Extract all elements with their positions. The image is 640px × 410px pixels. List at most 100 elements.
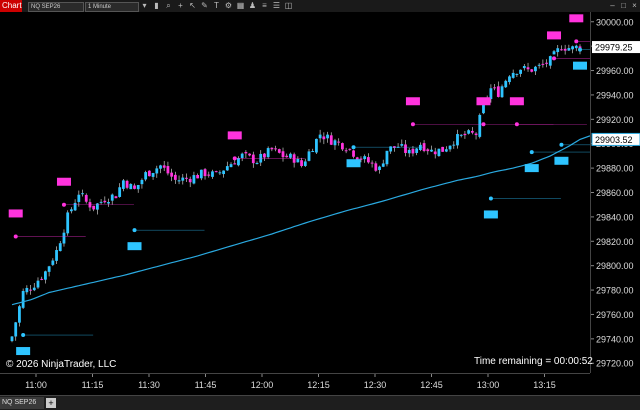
list-icon[interactable]: ≡	[260, 1, 269, 10]
time-tick-label: 11:00	[25, 380, 47, 390]
candle-body	[404, 144, 407, 153]
text-icon[interactable]: T	[212, 1, 221, 10]
candle-body	[151, 172, 155, 177]
candle-body	[437, 148, 441, 157]
price-tick-label: 29940.00	[596, 90, 634, 100]
close-icon[interactable]: ×	[630, 1, 639, 10]
candle-body	[574, 45, 578, 49]
price-tick-label: 29860.00	[596, 188, 634, 198]
price-tick-label: 29800.00	[596, 261, 634, 271]
candle-body	[181, 177, 185, 181]
price-tick-label: 29840.00	[596, 212, 634, 222]
candle-body	[170, 172, 174, 177]
candle-body	[400, 144, 404, 146]
candle-body	[166, 166, 170, 174]
candle-body	[303, 161, 307, 166]
dropdown-icon[interactable]: ▾	[140, 1, 149, 10]
price-axis[interactable]: 30000.0029980.0029960.0029940.0029920.00…	[590, 12, 640, 373]
candle-body	[537, 64, 541, 66]
candle-body	[545, 62, 548, 64]
strategy-icon[interactable]: ♟	[248, 1, 257, 10]
settings-icon[interactable]: ⚙	[224, 1, 233, 10]
low-marker-label	[524, 164, 539, 173]
high-marker-label	[569, 14, 584, 23]
candle-body	[459, 134, 463, 136]
candle-body	[430, 149, 433, 152]
candle-body	[452, 144, 456, 146]
candle-body	[277, 149, 281, 153]
candle-body	[58, 243, 62, 252]
draw-icon[interactable]: ✎	[200, 1, 209, 10]
instrument-selector[interactable]: NQ SEP26	[28, 2, 84, 12]
last-price-label: 29979.25	[595, 43, 633, 53]
candle-body	[14, 322, 18, 337]
candle-body	[504, 80, 508, 88]
candle-body	[81, 193, 84, 195]
high-marker-label	[227, 131, 242, 140]
price-tick-label: 29920.00	[596, 115, 634, 125]
chart-plot-area[interactable]	[0, 12, 640, 373]
properties-icon[interactable]: ☰	[272, 1, 281, 10]
candle-body	[329, 135, 333, 145]
candle-body	[125, 180, 129, 188]
candle-body	[162, 165, 166, 168]
candle-body	[444, 149, 448, 152]
time-tick-label: 12:15	[307, 380, 330, 390]
high-marker-label	[8, 209, 23, 218]
candle-body	[47, 266, 51, 272]
candle-body	[229, 164, 233, 168]
candle-body	[155, 168, 159, 174]
candle-body	[322, 136, 326, 140]
candle-body	[177, 180, 181, 182]
candle-body	[567, 48, 571, 51]
high-marker-label	[476, 97, 491, 106]
time-remaining-label: Time remaining = 00:00:52	[474, 356, 593, 367]
candle-body	[333, 140, 337, 146]
candle-body	[266, 148, 270, 158]
high-marker-label	[509, 97, 524, 106]
add-tab-button[interactable]: +	[46, 398, 56, 408]
candle-body	[511, 72, 515, 78]
candle-body	[214, 171, 218, 173]
candle-body	[352, 150, 355, 157]
chart-icon[interactable]: ◫	[284, 1, 293, 10]
candle-body	[281, 151, 285, 158]
candle-body	[548, 56, 552, 66]
candle-body	[560, 49, 563, 51]
maximize-icon[interactable]: □	[619, 1, 628, 10]
candle-body	[441, 146, 445, 152]
candle-body	[467, 130, 471, 134]
window-title[interactable]: Chart	[0, 0, 22, 12]
bottom-tab-bar: NQ SEP26 +	[0, 395, 640, 410]
candle-body	[129, 183, 133, 190]
candle-body	[552, 51, 556, 55]
interval-selector[interactable]: 1 Minute	[85, 2, 139, 12]
time-tick-label: 11:30	[138, 380, 160, 390]
candle-body	[110, 194, 114, 201]
candle-body	[318, 134, 322, 139]
candle-body	[411, 148, 415, 154]
candle-body	[40, 278, 44, 280]
minimize-icon[interactable]: –	[608, 1, 617, 10]
crosshair-icon[interactable]: +	[176, 1, 185, 10]
price-chart[interactable]	[0, 12, 640, 373]
low-marker-label	[127, 242, 142, 251]
candle-body	[300, 160, 303, 167]
candle-body	[192, 175, 196, 184]
candle-body	[77, 194, 81, 202]
grid-icon[interactable]: ▦	[236, 1, 245, 10]
pointer-icon[interactable]: ↖	[188, 1, 197, 10]
candle-body	[493, 87, 497, 89]
candle-body	[522, 66, 526, 69]
time-axis[interactable]: 11:00 11:15 11:30 11:45 12:00 12:15 12:30 12:45…	[0, 373, 590, 396]
high-marker-label	[56, 177, 71, 186]
candle-body	[29, 289, 32, 291]
candle-body	[248, 153, 251, 156]
bars-icon[interactable]: ▮	[152, 1, 161, 10]
zoom-icon[interactable]: ⌕	[164, 1, 173, 10]
time-tick-label: 11:45	[195, 380, 217, 390]
candle-body	[515, 73, 519, 75]
instrument-tab[interactable]: NQ SEP26	[0, 397, 44, 409]
candle-body	[133, 185, 136, 189]
time-tick-label: 12:30	[364, 380, 387, 390]
